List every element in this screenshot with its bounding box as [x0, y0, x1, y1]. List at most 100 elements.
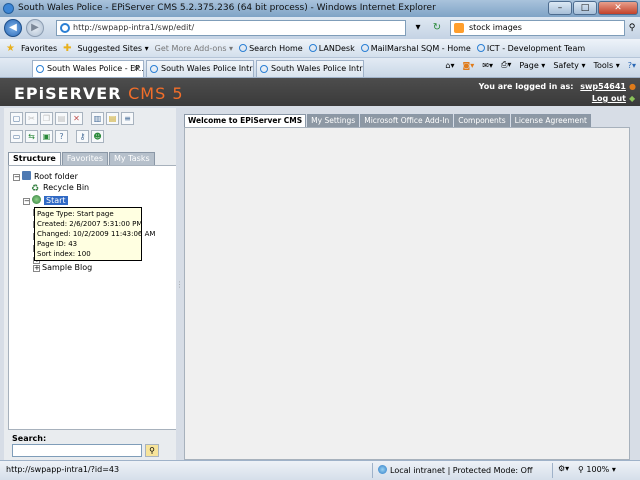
tab-welcome[interactable]: Welcome to EPiServer CMS [184, 114, 307, 127]
collapse-icon[interactable]: − [23, 198, 30, 205]
address-bar: ◀ ▶ http://swpapp-intra1/swp/edit/ ▾ ↻ ✕… [0, 17, 640, 39]
fav-landesk[interactable]: LANDesk [308, 43, 355, 53]
user-icon: ● [629, 82, 636, 91]
collapse-icon[interactable]: − [13, 174, 20, 181]
logout-icon[interactable]: ◆ [629, 94, 636, 103]
tab-components[interactable]: Components [454, 114, 510, 127]
cut-icon[interactable]: ✂ [25, 112, 38, 125]
feeds-icon[interactable]: ◙▾ [462, 61, 474, 70]
zoom-level: 100% [586, 465, 610, 474]
page-info-tooltip: Page Type: Start page Created: 2/6/2007 … [34, 207, 155, 261]
ie-page-icon [239, 43, 248, 52]
browser-tab[interactable]: South Wales Police Intranet [256, 60, 364, 77]
link-icon[interactable]: ⇆ [25, 130, 38, 143]
new-page-icon[interactable]: ▢ [10, 112, 23, 125]
security-zone[interactable]: Local intranet | Protected Mode: Off [378, 465, 532, 475]
tree-label: Recycle Bin [43, 183, 90, 192]
favorites-button[interactable]: Favorites [21, 44, 57, 53]
tools-menu[interactable]: Tools ▾ [593, 61, 619, 70]
tree-node-recycle-bin[interactable]: ♻ Recycle Bin [31, 183, 90, 194]
tab-my-settings[interactable]: My Settings [307, 114, 360, 127]
zone-settings-icon[interactable]: ⚙▾ [558, 464, 569, 473]
structure-panel: ▢ ✂ ❐ ▤ ✕ ▥ ▤ ≡ ▭ ⇆ ▣ ? ⚷ ☻ Structure Fa… [4, 108, 178, 460]
username-link[interactable]: swp54641 [580, 82, 626, 91]
header-icons: ● ◆ [629, 82, 636, 103]
logged-in-label: You are logged in as: [478, 82, 574, 91]
tab-my-tasks[interactable]: My Tasks [109, 152, 155, 165]
ie-app-icon [3, 3, 14, 14]
page-menu[interactable]: Page ▾ [519, 61, 545, 70]
tab-label: South Wales Police Intranet [161, 64, 253, 73]
status-url: http://swpapp-intra1/?id=43 [6, 465, 120, 474]
ie-page-icon [60, 23, 70, 33]
forward-button[interactable]: ▶ [26, 19, 44, 37]
filter-icon[interactable]: ≡ [121, 112, 134, 125]
close-window-button[interactable]: ✕ [598, 1, 638, 15]
safety-menu[interactable]: Safety ▾ [553, 61, 585, 70]
refresh-icon[interactable]: ↻ [429, 20, 445, 36]
monitor-icon[interactable]: ▭ [10, 130, 23, 143]
window-controls: – □ ✕ [548, 1, 638, 15]
url-input[interactable]: http://swpapp-intra1/swp/edit/ [56, 20, 406, 36]
compat-view-icon[interactable]: ▾ [410, 20, 426, 36]
copy-icon[interactable]: ❐ [40, 112, 53, 125]
ie-page-icon [360, 43, 369, 52]
add-favorite-icon[interactable]: ✚ [63, 43, 71, 54]
logo-cms: CMS 5 [128, 84, 184, 103]
search-go-icon[interactable]: ⚲ [625, 20, 639, 36]
search-input[interactable]: stock images [450, 20, 625, 36]
tree-node-root[interactable]: − Root folder [13, 171, 78, 182]
tree-node-start[interactable]: − Start [23, 195, 68, 206]
zoom-magnifier-icon: ⚲ [578, 465, 584, 474]
tooltip-sort-index: Sort index: 100 [37, 250, 91, 258]
fav-search-home[interactable]: Search Home [239, 43, 303, 53]
sort-icon[interactable]: ▤ [106, 112, 119, 125]
tree-node-sample-blog[interactable]: + Sample Blog [33, 263, 92, 273]
expand-icon[interactable]: + [33, 265, 40, 272]
key-icon[interactable]: ⚷ [76, 130, 89, 143]
browser-tab-active[interactable]: South Wales Police - EP... ✕ [32, 60, 144, 77]
print-icon[interactable]: ⎙▾ [501, 60, 511, 70]
zoom-control[interactable]: ⚲ 100% ▾ [578, 465, 616, 474]
fav-ict-dev-team[interactable]: ICT - Development Team [476, 43, 585, 53]
view-mode-icon[interactable]: ▥ [91, 112, 104, 125]
tab-favorites[interactable]: Favorites [61, 152, 108, 165]
fav-mailmarshal[interactable]: MailMarshal SQM - Home [360, 43, 471, 53]
logout-link[interactable]: Log out [479, 94, 626, 103]
tooltip-created: Created: 2/6/2007 5:31:00 PM [37, 220, 143, 228]
ie-page-icon [308, 43, 317, 52]
window-title: South Wales Police - EPiServer CMS 5.2.3… [18, 3, 436, 13]
favorites-star-icon[interactable]: ★ [6, 43, 15, 54]
favorites-bar: ★ Favorites ✚ Suggested Sites ▾ Get More… [0, 39, 640, 58]
browser-tab[interactable]: South Wales Police Intranet [146, 60, 254, 77]
paste-icon[interactable]: ▤ [55, 112, 68, 125]
search-provider-icon [454, 23, 464, 33]
maximize-button[interactable]: □ [573, 1, 597, 15]
ie-page-icon [36, 65, 44, 73]
minimize-button[interactable]: – [548, 1, 572, 15]
help-circle-icon[interactable]: ? [55, 130, 68, 143]
mail-icon[interactable]: ✉▾ [482, 61, 493, 70]
home-icon[interactable]: ⌂▾ [445, 61, 454, 70]
main-content-area [184, 127, 630, 460]
tab-structure[interactable]: Structure [8, 152, 61, 165]
page-search-input[interactable] [12, 444, 142, 457]
close-tab-icon[interactable]: ✕ [133, 61, 140, 77]
fav-label: MailMarshal SQM - Home [370, 43, 471, 53]
tab-office-addin[interactable]: Microsoft Office Add-In [360, 114, 454, 127]
search-text: stock images [469, 23, 522, 32]
help-icon[interactable]: ?▾ [628, 61, 636, 70]
image-icon[interactable]: ▣ [40, 130, 53, 143]
tree-label: Sample Blog [42, 263, 93, 272]
tooltip-page-type: Page Type: Start page [37, 210, 114, 218]
status-bar: http://swpapp-intra1/?id=43 Local intran… [0, 460, 640, 480]
users-icon[interactable]: ☻ [91, 130, 104, 143]
fav-get-more-addons[interactable]: Get More Add-ons ▾ [155, 44, 233, 53]
edit-toolbar-row-1: ▢ ✂ ❐ ▤ ✕ ▥ ▤ ≡ [10, 112, 134, 126]
tab-license[interactable]: License Agreement [510, 114, 591, 127]
back-button[interactable]: ◀ [4, 19, 22, 37]
ie-page-icon [260, 65, 268, 73]
fav-suggested-sites[interactable]: Suggested Sites ▾ [78, 44, 149, 53]
delete-icon[interactable]: ✕ [70, 112, 83, 125]
page-search-button[interactable]: ⚲ [145, 444, 159, 457]
